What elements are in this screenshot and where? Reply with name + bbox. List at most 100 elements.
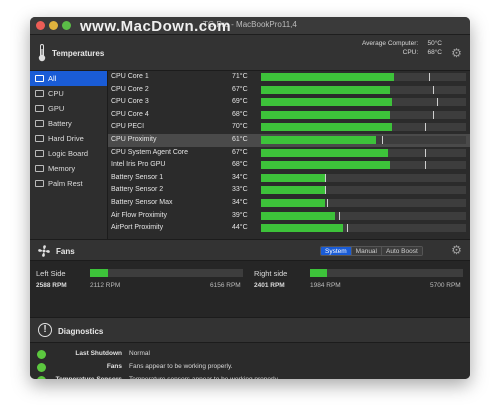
- diagnostic-row: Fans Fans appear to be working properly.: [30, 361, 470, 374]
- sensor-row[interactable]: AirPort Proximity 44°C: [108, 222, 470, 235]
- sensor-row[interactable]: CPU Core 2 67°C: [108, 84, 470, 97]
- sensor-temp: 44°C: [232, 224, 248, 232]
- sidebar-item-battery[interactable]: Battery: [30, 116, 107, 131]
- sensor-row[interactable]: CPU System Agent Core 67°C: [108, 147, 470, 160]
- right-fan-min-rpm: 1984 RPM: [310, 282, 341, 289]
- sensor-name: CPU Core 2: [111, 85, 149, 93]
- sidebar-item-label: CPU: [48, 89, 64, 98]
- sensor-row[interactable]: CPU Proximity 61°C: [108, 133, 470, 147]
- sidebar-item-cpu[interactable]: CPU: [30, 86, 107, 101]
- sensor-name: CPU PECI: [111, 123, 145, 131]
- sensor-temp-bar: [261, 135, 466, 144]
- fan-mode-auto-boost-button[interactable]: Auto Boost: [382, 247, 422, 255]
- sensor-max-marker: [429, 73, 430, 81]
- sensor-max-marker: [339, 211, 340, 220]
- fan-mode-manual-button[interactable]: Manual: [351, 247, 382, 255]
- right-fan-rpm: 2401 RPM: [254, 282, 285, 289]
- sensor-temp-bar-fill: [261, 161, 390, 170]
- temperatures-header: Temperatures Average Computer: 50°C CPU:…: [30, 35, 470, 71]
- sensor-temp: 68°C: [232, 110, 248, 118]
- sensor-temp-bar: [261, 110, 466, 119]
- sensor-category-sidebar: All CPU GPU Battery Hard Drive Logic Board Mem…: [30, 71, 108, 239]
- right-fan-bar: [310, 269, 463, 277]
- diagnostic-value: Fans appear to be working properly.: [129, 362, 233, 370]
- sensor-temp: 71°C: [232, 73, 248, 80]
- sidebar-item-gpu[interactable]: GPU: [30, 101, 107, 116]
- diagnostic-key: Fans: [106, 362, 122, 370]
- sensor-row[interactable]: CPU PECI 70°C: [108, 121, 470, 134]
- sensor-temp: 34°C: [232, 198, 248, 206]
- temperatures-gear-icon[interactable]: ⚙: [451, 47, 462, 59]
- sensor-temp-bar-fill: [261, 73, 394, 81]
- sensor-row[interactable]: Battery Sensor 1 34°C: [108, 172, 470, 185]
- temperatures-body: All CPU GPU Battery Hard Drive Logic Board Mem…: [30, 71, 470, 239]
- sensor-temp-bar-fill: [261, 110, 390, 119]
- cpu-average-value: 68°C: [427, 49, 442, 56]
- sensor-temp-bar-fill: [261, 85, 390, 94]
- sensor-temp-bar: [261, 173, 466, 182]
- sensor-temp-bar-fill: [261, 123, 392, 132]
- app-window: TG Pro - MacBookPro11,4 www.MacDown.com …: [30, 17, 470, 379]
- sensor-temp-bar: [261, 123, 466, 132]
- average-readout: Average Computer: 50°C CPU: 68°C: [362, 39, 442, 57]
- sidebar-item-label: Palm Rest: [48, 179, 83, 188]
- left-fan-min-rpm: 2112 RPM: [90, 282, 121, 289]
- right-fan-max-rpm: 5700 RPM: [430, 282, 461, 289]
- sensor-temp-bar-fill: [261, 173, 325, 182]
- list-icon: [35, 75, 44, 82]
- fan-icon: [38, 245, 50, 257]
- sensor-max-marker: [433, 85, 434, 94]
- battery-icon: [35, 120, 44, 127]
- sensor-name: Intel Iris Pro GPU: [111, 161, 166, 169]
- gpu-icon: [35, 105, 44, 112]
- sensor-row[interactable]: Intel Iris Pro GPU 68°C: [108, 159, 470, 172]
- diagnostic-value: Normal: [129, 350, 150, 357]
- sidebar-item-all[interactable]: All: [30, 71, 107, 86]
- sidebar-item-logic-board[interactable]: Logic Board: [30, 146, 107, 161]
- sensor-temp-bar-fill: [261, 135, 376, 144]
- sensor-row[interactable]: CPU Core 4 68°C: [108, 109, 470, 122]
- sensor-temp-bar-fill: [261, 148, 388, 157]
- cpu-average-label: CPU:: [402, 49, 419, 56]
- sensor-temp-bar: [261, 98, 466, 107]
- temperatures-title: Temperatures: [52, 49, 105, 58]
- sensor-row[interactable]: CPU Core 3 69°C: [108, 96, 470, 109]
- sensor-name: AirPort Proximity: [111, 224, 164, 232]
- fans-body: Left Side 2588 RPM 2112 RPM 6156 RPM Rig…: [30, 261, 470, 317]
- diagnostics-body: Last Shutdown Normal Fans Fans appear to be…: [30, 348, 470, 379]
- sensor-row[interactable]: CPU Core 1 71°C: [108, 71, 470, 84]
- sensor-row[interactable]: Battery Sensor 2 33°C: [108, 184, 470, 197]
- sensor-max-marker: [325, 186, 326, 195]
- watermark: www.MacDown.com: [80, 18, 232, 35]
- sensor-temp-bar-fill: [261, 98, 392, 107]
- sensor-name: Battery Sensor Max: [111, 198, 173, 206]
- sensor-temp: 67°C: [232, 148, 248, 156]
- diagnostics-header: ! Diagnostics: [30, 317, 470, 343]
- thermometer-icon: [38, 44, 46, 62]
- sensor-name: Battery Sensor 2: [111, 186, 164, 194]
- sensor-temp-bar: [261, 161, 466, 170]
- sensor-name: Air Flow Proximity: [111, 211, 168, 219]
- fans-gear-icon[interactable]: ⚙: [451, 244, 462, 256]
- left-fan-rpm: 2588 RPM: [36, 282, 67, 289]
- fan-mode-system-button[interactable]: System: [321, 247, 352, 255]
- sidebar-item-label: Hard Drive: [48, 134, 84, 143]
- sidebar-item-hard-drive[interactable]: Hard Drive: [30, 131, 107, 146]
- sensor-max-marker: [425, 148, 426, 157]
- sidebar-item-memory[interactable]: Memory: [30, 161, 107, 176]
- average-computer-value: 50°C: [427, 40, 442, 47]
- fan-mode-segmented-control: System Manual Auto Boost: [320, 246, 423, 256]
- right-fan-bar-fill: [310, 269, 327, 277]
- sensor-temp-bar-fill: [261, 211, 335, 220]
- sensor-temp-bar: [261, 186, 466, 195]
- sensor-row[interactable]: Air Flow Proximity 39°C: [108, 210, 470, 223]
- sidebar-item-palm-rest[interactable]: Palm Rest: [30, 176, 107, 191]
- sidebar-item-label: Battery: [48, 119, 72, 128]
- sensor-temp: 39°C: [232, 211, 248, 219]
- diagnostic-key: Temperature Sensors: [30, 374, 122, 379]
- diagnostic-key: Last Shutdown: [75, 350, 122, 357]
- sensor-temp-bar-fill: [261, 198, 325, 207]
- sensor-temp-bar: [261, 85, 466, 94]
- sensor-max-marker: [425, 123, 426, 132]
- sensor-row[interactable]: Battery Sensor Max 34°C: [108, 197, 470, 210]
